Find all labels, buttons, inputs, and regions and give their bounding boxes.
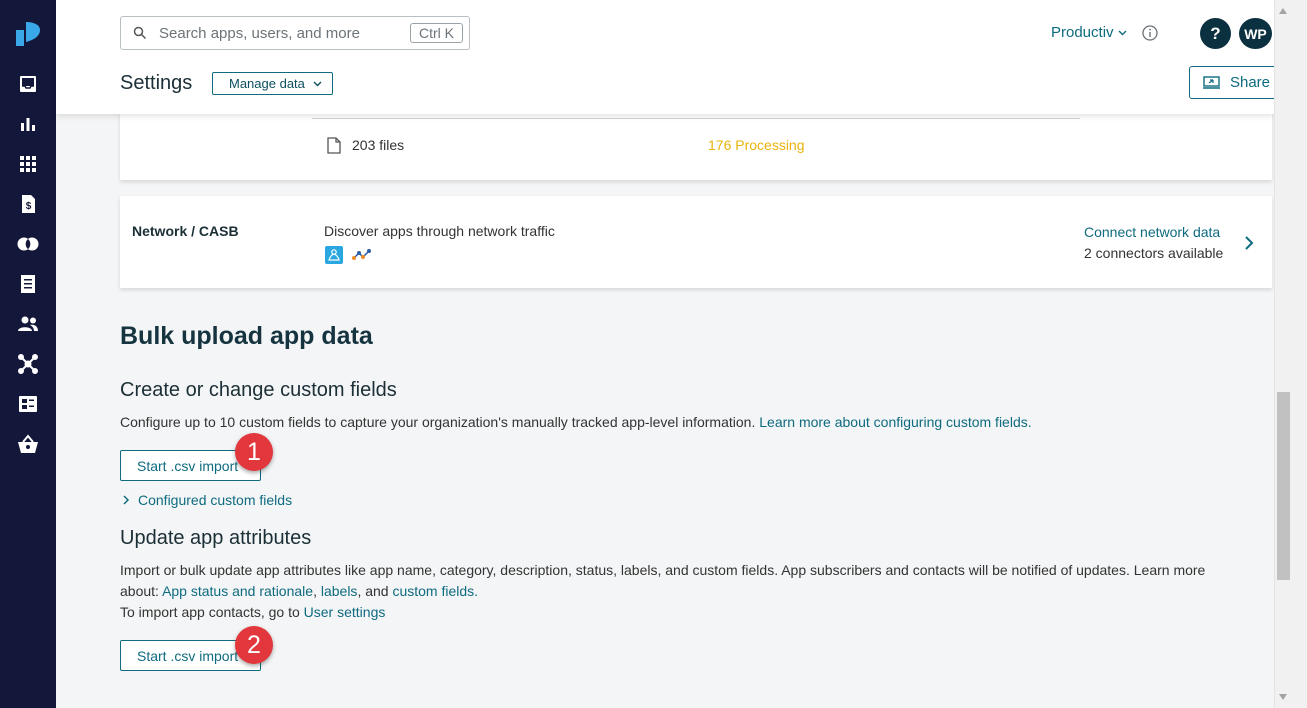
comma-text: , <box>313 583 317 599</box>
share-label: Share <box>1229 74 1271 91</box>
invoice-icon[interactable]: $ <box>16 192 40 216</box>
info-icon[interactable] <box>1142 25 1158 41</box>
svg-text:$: $ <box>26 201 32 212</box>
annotation-badge-1: 1 <box>235 433 273 471</box>
vertical-scrollbar[interactable] <box>1274 0 1307 708</box>
org-switcher[interactable]: Productiv <box>1051 24 1127 41</box>
learn-more-custom-fields-link[interactable]: Learn more about configuring custom fiel… <box>759 414 1031 430</box>
contacts-prefix: To import app contacts, go to <box>120 604 300 620</box>
help-button[interactable]: ? <box>1200 18 1231 49</box>
processing-status: 176 Processing <box>708 137 805 153</box>
custom-fields-description: Configure up to 10 custom fields to capt… <box>120 414 756 430</box>
casb-connector-icon <box>325 246 343 264</box>
annotation-badge-2: 2 <box>235 626 273 664</box>
page-title: Settings <box>120 72 193 94</box>
side-navigation: $ <box>0 0 56 708</box>
user-avatar[interactable]: WP <box>1239 18 1272 49</box>
connectors-available: 2 connectors available <box>1084 245 1224 261</box>
about-prefix: about: <box>120 583 159 599</box>
org-name: Productiv <box>1051 24 1114 41</box>
integrations-icon[interactable] <box>16 352 40 376</box>
contracts-icon[interactable] <box>16 272 40 296</box>
custom-fields-description-line: Configure up to 10 custom fields to capt… <box>120 414 1032 430</box>
search-box[interactable]: Ctrl K <box>120 16 470 50</box>
table-icon[interactable] <box>16 392 40 416</box>
labels-link[interactable]: labels <box>321 583 358 599</box>
network-connector-icon <box>352 249 371 260</box>
user-settings-link[interactable]: User settings <box>304 604 386 620</box>
bar-chart-icon[interactable] <box>16 112 40 136</box>
and-text: , and <box>357 583 389 599</box>
bulk-upload-heading: Bulk upload app data <box>120 322 373 350</box>
chevron-right-icon[interactable] <box>1244 236 1254 250</box>
scroll-up-icon[interactable] <box>1279 8 1287 14</box>
contacts-line: To import app contacts, go to User setti… <box>120 604 385 620</box>
inbox-icon[interactable] <box>16 72 40 96</box>
custom-fields-heading: Create or change custom fields <box>120 379 397 401</box>
custom-fields-link[interactable]: custom fields. <box>392 583 478 599</box>
network-description: Discover apps through network traffic <box>324 223 555 239</box>
chevron-right-icon <box>123 495 130 505</box>
network-casb-title: Network / CASB <box>132 223 239 239</box>
manage-data-label: Manage data <box>229 76 305 91</box>
search-input[interactable] <box>159 24 389 42</box>
file-count: 203 files <box>352 137 405 153</box>
chevron-down-icon <box>1118 30 1127 35</box>
search-icon <box>133 26 147 40</box>
network-casb-card: Network / CASB Discover apps through net… <box>120 196 1272 288</box>
configured-custom-fields-toggle[interactable]: Configured custom fields <box>122 492 292 508</box>
file-icon <box>327 137 341 154</box>
connect-network-data-link[interactable]: Connect network data <box>1084 224 1220 240</box>
users-icon[interactable] <box>16 312 40 336</box>
productiv-logo-icon[interactable] <box>14 20 42 48</box>
share-button[interactable]: Share <box>1189 66 1284 99</box>
manage-data-select[interactable]: Manage data <box>212 72 333 95</box>
basket-icon[interactable] <box>16 432 40 456</box>
scrollbar-thumb[interactable] <box>1277 392 1290 580</box>
overlap-icon[interactable] <box>16 232 40 256</box>
apps-grid-icon[interactable] <box>16 152 40 176</box>
chevron-down-icon <box>313 81 322 86</box>
search-shortcut-hint: Ctrl K <box>410 23 463 43</box>
configured-custom-fields-link[interactable]: Configured custom fields <box>138 492 292 508</box>
scroll-down-icon[interactable] <box>1279 694 1287 700</box>
app-status-link[interactable]: App status and rationale <box>162 583 313 599</box>
divider <box>312 118 1080 119</box>
share-icon <box>1202 76 1220 89</box>
attributes-description: Import or bulk update app attributes lik… <box>120 562 1206 578</box>
top-header: Ctrl K Productiv ? WP Settings Manage da… <box>56 0 1284 114</box>
attributes-links-line: about: App status and rationale, labels,… <box>120 583 478 599</box>
update-attributes-heading: Update app attributes <box>120 527 312 549</box>
